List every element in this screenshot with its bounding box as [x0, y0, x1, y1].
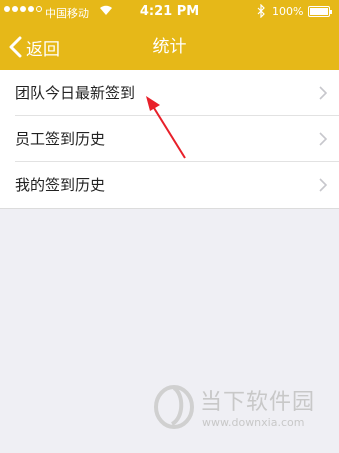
list-item-my-checkin-history[interactable]: 我的签到历史 — [0, 162, 339, 208]
list-item-label: 团队今日最新签到 — [15, 84, 136, 102]
stats-menu-list: 团队今日最新签到 员工签到历史 我的签到历史 — [0, 70, 339, 209]
list-item-label: 我的签到历史 — [15, 176, 106, 194]
battery-icon — [308, 6, 332, 17]
bluetooth-icon — [257, 4, 265, 18]
chevron-left-icon — [9, 36, 22, 58]
status-bar: 中国移动 4:21 PM 100% — [0, 0, 339, 24]
battery-percentage: 100% — [272, 5, 304, 18]
list-item-employee-checkin-history[interactable]: 员工签到历史 — [0, 116, 339, 162]
navigation-bar: 统计 返回 — [0, 24, 339, 70]
watermark-url: www.downxia.com — [202, 416, 305, 429]
watermark-name: 当下软件园 — [200, 390, 316, 415]
chevron-right-icon — [319, 178, 327, 192]
list-item-label: 员工签到历史 — [15, 130, 106, 148]
chevron-right-icon — [319, 86, 327, 100]
list-item-team-today-checkins[interactable]: 团队今日最新签到 — [0, 70, 339, 116]
downxia-logo-icon — [154, 385, 194, 429]
back-label: 返回 — [26, 39, 60, 60]
chevron-right-icon — [319, 132, 327, 146]
back-button[interactable]: 返回 — [8, 24, 60, 70]
watermark: 当下软件园 www.downxia.com — [152, 380, 332, 440]
